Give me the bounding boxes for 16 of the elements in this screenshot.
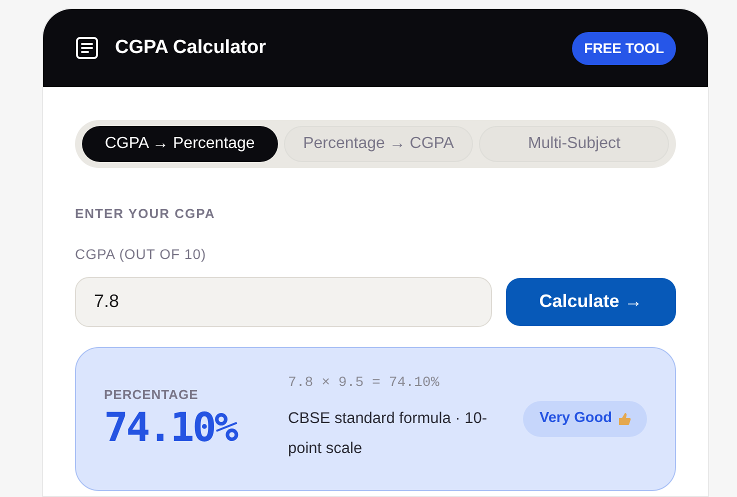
mode-tab[interactable]: CGPA → Percentage [82, 126, 278, 162]
rating-badge: Very Good [523, 400, 647, 436]
mode-tab[interactable]: Multi-Subject [479, 126, 670, 162]
field-label: CGPA (OUT OF 10) [75, 244, 208, 264]
section-title: ENTER YOUR CGPA [75, 205, 216, 223]
cgpa-input-field[interactable]: 7.8 [75, 276, 492, 326]
percentage-value: 74.10% [104, 404, 238, 452]
formula-note: CBSE standard formula · 10-point scale [288, 409, 488, 459]
app-title: CGPA Calculator [115, 36, 266, 60]
formula-text: 7.8 × 9.5 = 74.10% [288, 374, 440, 393]
mode-tab[interactable]: Percentage → CGPA [284, 126, 474, 162]
thumbs-up-icon [618, 412, 631, 426]
document-icon [75, 37, 99, 59]
calculate-button[interactable]: Calculate → [506, 278, 676, 326]
free-tool-badge: FREE TOOL [572, 32, 676, 64]
result-label: PERCENTAGE [104, 386, 200, 404]
